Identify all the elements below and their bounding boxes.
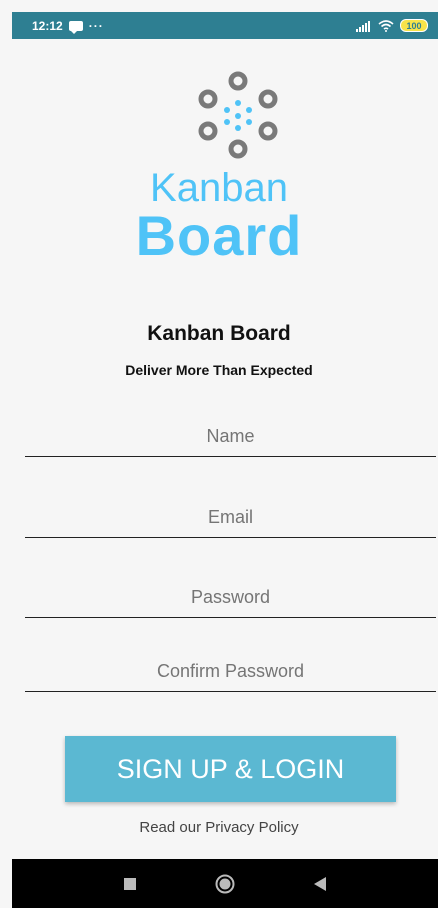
status-bar: 12:12 ··· 100: [12, 12, 438, 39]
kanban-logo-icon: [198, 71, 278, 159]
tagline: Deliver More Than Expected: [125, 362, 313, 378]
home-icon[interactable]: [210, 869, 240, 899]
wifi-icon: [378, 19, 394, 32]
status-right: 100: [356, 19, 428, 32]
password-input[interactable]: [25, 578, 436, 618]
message-icon: [68, 20, 83, 34]
recents-icon[interactable]: [115, 869, 145, 899]
battery-icon: 100: [400, 19, 428, 32]
signal-icon: [356, 20, 370, 32]
logo-text-board: Board: [135, 204, 303, 267]
page-title: Kanban Board: [147, 322, 291, 345]
signup-login-button[interactable]: SIGN UP & LOGIN: [65, 736, 396, 802]
back-icon[interactable]: [305, 869, 335, 899]
status-time: 12:12: [32, 18, 63, 33]
navigation-bar: [12, 859, 438, 908]
confirm-password-input[interactable]: [25, 652, 436, 692]
status-left: 12:12 ···: [32, 18, 104, 34]
name-input[interactable]: [25, 417, 436, 457]
more-notifications-icon: ···: [88, 18, 104, 33]
app-screen: 12:12 ··· 100 Kanban Board Kanban Board …: [0, 0, 438, 908]
privacy-policy-link[interactable]: Read our Privacy Policy: [0, 819, 438, 836]
email-input[interactable]: [25, 498, 436, 538]
